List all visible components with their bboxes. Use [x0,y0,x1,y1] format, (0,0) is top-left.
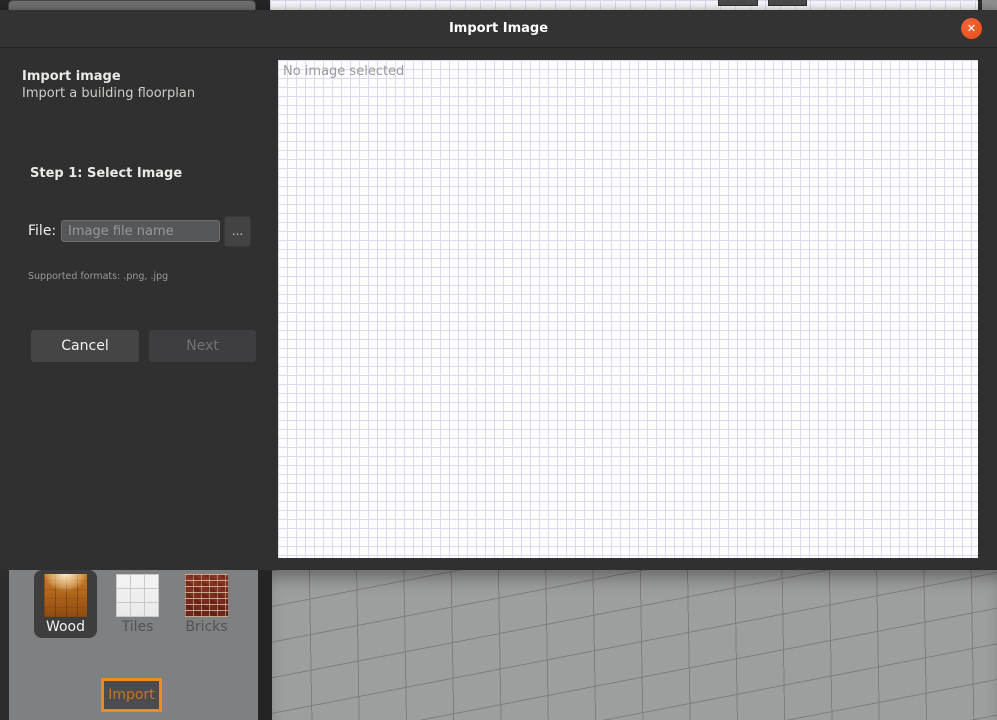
bricks-texture-thumbnail [185,574,228,617]
texture-palette: Wood Tiles Bricks Import [9,570,258,720]
wood-texture-thumbnail [44,574,87,617]
dialog-heading: Import image [22,69,121,84]
3d-ground-grid [272,570,997,720]
background-2d-editor-strip [270,0,978,10]
dialog-buttons: Cancel Next [31,330,257,362]
image-preview-area: No image selected [278,60,978,558]
background-app-strip [0,0,997,10]
no-image-text: No image selected [283,64,405,79]
app-window: Import Image ✕ Import image Import a bui… [0,0,997,720]
texture-label: Wood [45,619,86,635]
dialog-titlebar: Import Image ✕ [0,10,997,48]
background-scrollbar [978,0,997,10]
texture-item-wood[interactable]: Wood [34,570,97,638]
import-image-dialog: Import Image ✕ Import image Import a bui… [0,10,997,570]
texture-label: Bricks [185,619,228,635]
dialog-left-pane: Import image Import a building floorplan… [0,49,278,570]
dialog-subheading: Import a building floorplan [22,86,196,101]
background-toolbar-button [718,0,758,6]
texture-item-bricks[interactable]: Bricks [175,570,238,635]
browse-button[interactable]: ... [224,216,251,247]
background-palette-panel-top [8,0,256,10]
file-name-input[interactable] [61,220,220,242]
close-icon[interactable]: ✕ [961,18,982,39]
import-button[interactable]: Import [101,678,162,712]
tiles-texture-thumbnail [116,574,159,617]
texture-item-tiles[interactable]: Tiles [106,570,169,635]
cancel-button[interactable]: Cancel [31,330,139,362]
3d-viewport[interactable] [272,570,997,720]
supported-formats-note: Supported formats: .png, .jpg [28,271,169,282]
next-button[interactable]: Next [149,330,257,362]
panel-divider [258,570,272,720]
texture-label: Tiles [121,619,154,635]
background-toolbar-button [768,0,807,6]
step-title: Step 1: Select Image [30,166,183,181]
dialog-title: Import Image [448,21,549,36]
editor-bottom-region: Wood Tiles Bricks Import [0,570,997,720]
file-label: File: [28,223,57,239]
